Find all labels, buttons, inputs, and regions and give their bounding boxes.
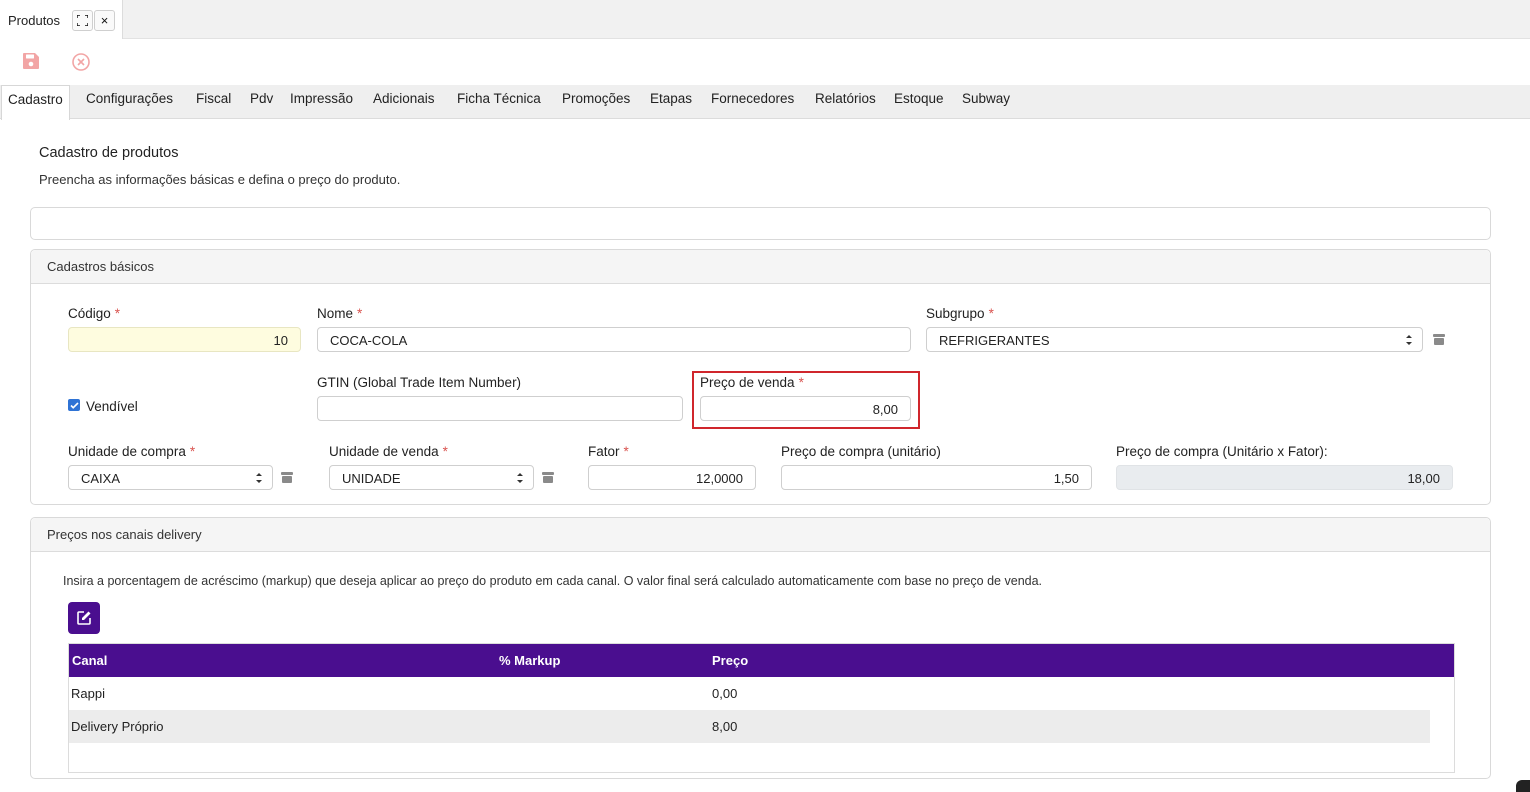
tab-adicionais[interactable]: Adicionais — [373, 85, 435, 119]
cell-canal: Delivery Próprio — [71, 719, 164, 734]
tab-etapas[interactable]: Etapas — [650, 85, 692, 119]
cell-canal: Rappi — [71, 686, 105, 701]
tab-ficha-tecnica[interactable]: Ficha Técnica — [457, 85, 541, 119]
table-row[interactable]: Rappi 0,00 — [69, 677, 1430, 710]
select-arrows-icon — [517, 473, 523, 483]
unidade-compra-label: Unidade de compra * — [68, 444, 195, 459]
edit-markup-button[interactable] — [68, 602, 100, 634]
column-preco: Preço — [712, 653, 749, 668]
codigo-input[interactable]: 10 — [68, 327, 301, 352]
preco-compra-label: Preço de compra (unitário) — [781, 444, 941, 459]
codigo-label-text: Código — [68, 306, 111, 321]
required-mark: * — [442, 444, 448, 459]
section-tabs: Cadastro Configurações Fiscal Pdv Impres… — [0, 85, 1530, 120]
tab-estoque[interactable]: Estoque — [894, 85, 944, 119]
gtin-label: GTIN (Global Trade Item Number) — [317, 375, 522, 390]
select-arrows-icon — [1406, 335, 1412, 345]
tab-impressao[interactable]: Impressão — [290, 85, 353, 119]
delivery-description: Insira a porcentagem de acréscimo (marku… — [63, 574, 1043, 588]
page-subtitle: Preencha as informações básicas e defina… — [39, 172, 401, 187]
column-markup: % Markup — [499, 653, 561, 668]
unidade-venda-register-icon[interactable] — [542, 472, 554, 483]
required-mark: * — [114, 306, 121, 321]
codigo-label: Código * — [68, 306, 120, 321]
subgrupo-register-icon[interactable] — [1433, 334, 1445, 345]
subgrupo-select[interactable]: REFRIGERANTES — [926, 327, 1423, 352]
gtin-input[interactable] — [317, 396, 683, 421]
tab-configuracoes[interactable]: Configurações — [86, 85, 173, 119]
unidade-compra-label-text: Unidade de compra — [68, 444, 186, 459]
unidade-compra-value: CAIXA — [81, 471, 121, 486]
subgrupo-value: REFRIGERANTES — [939, 333, 1050, 348]
preco-venda-label-text: Preço de venda — [700, 375, 795, 390]
fator-input[interactable]: 12,0000 — [588, 465, 756, 490]
tab-promocoes[interactable]: Promoções — [562, 85, 630, 119]
empty-panel — [30, 207, 1491, 240]
cell-preco: 8,00 — [712, 719, 738, 734]
table-header: Canal % Markup Preço — [69, 644, 1454, 677]
cancel-circle-icon[interactable] — [71, 52, 91, 72]
required-mark: * — [623, 444, 629, 459]
basic-info-panel-header: Cadastros básicos — [31, 250, 1490, 284]
preco-compra-total-label: Preço de compra (Unitário x Fator): — [1116, 444, 1328, 459]
corner-widget — [1516, 780, 1530, 792]
page-title: Cadastro de produtos — [39, 145, 179, 161]
maximize-icon[interactable] — [72, 10, 93, 31]
required-mark: * — [189, 444, 196, 459]
required-mark: * — [357, 306, 363, 321]
column-canal: Canal — [72, 653, 108, 668]
subgrupo-label-text: Subgrupo — [926, 306, 985, 321]
delivery-panel-header: Preços nos canais delivery — [31, 518, 1490, 552]
unidade-venda-select[interactable]: UNIDADE — [329, 465, 534, 490]
unidade-venda-label-text: Unidade de venda — [329, 444, 439, 459]
edit-icon — [77, 611, 91, 625]
tab-pdv[interactable]: Pdv — [250, 85, 273, 119]
nome-label: Nome * — [317, 306, 362, 321]
tab-relatorios[interactable]: Relatórios — [815, 85, 876, 119]
required-mark: * — [988, 306, 994, 321]
nome-label-text: Nome — [317, 306, 354, 321]
subgrupo-label: Subgrupo * — [926, 306, 994, 321]
unidade-compra-select[interactable]: CAIXA — [68, 465, 273, 490]
tab-subway[interactable]: Subway — [962, 85, 1010, 119]
preco-venda-input[interactable]: 8,00 — [700, 396, 911, 421]
unidade-compra-register-icon[interactable] — [281, 472, 293, 483]
table-row[interactable]: Delivery Próprio 8,00 — [69, 710, 1430, 743]
tab-fiscal[interactable]: Fiscal — [196, 85, 231, 119]
vendivel-label: Vendível — [86, 399, 138, 414]
select-arrows-icon — [256, 473, 262, 483]
document-tab-title: Produtos — [8, 13, 61, 28]
unidade-venda-label: Unidade de venda * — [329, 444, 448, 459]
preco-venda-label: Preço de venda * — [700, 375, 804, 390]
cell-preco: 0,00 — [712, 686, 738, 701]
nome-input[interactable]: COCA-COLA — [317, 327, 911, 352]
save-icon[interactable] — [22, 52, 42, 72]
preco-compra-total-field: 18,00 — [1116, 465, 1453, 490]
tab-fornecedores[interactable]: Fornecedores — [711, 85, 794, 119]
close-tab-button[interactable]: × — [94, 10, 115, 31]
required-mark: * — [798, 375, 804, 390]
fator-label: Fator * — [588, 444, 629, 459]
preco-compra-input[interactable]: 1,50 — [781, 465, 1092, 490]
vendivel-checkbox[interactable] — [68, 399, 80, 411]
document-tab-produtos[interactable]: Produtos × — [0, 0, 123, 39]
fator-label-text: Fator — [588, 444, 620, 459]
unidade-venda-value: UNIDADE — [342, 471, 401, 486]
window-tab-bar: Produtos × — [0, 0, 1530, 39]
toolbar — [0, 40, 1530, 85]
delivery-table: Canal % Markup Preço Rappi 0,00 Delivery… — [68, 643, 1455, 773]
tab-cadastro[interactable]: Cadastro — [1, 85, 70, 120]
